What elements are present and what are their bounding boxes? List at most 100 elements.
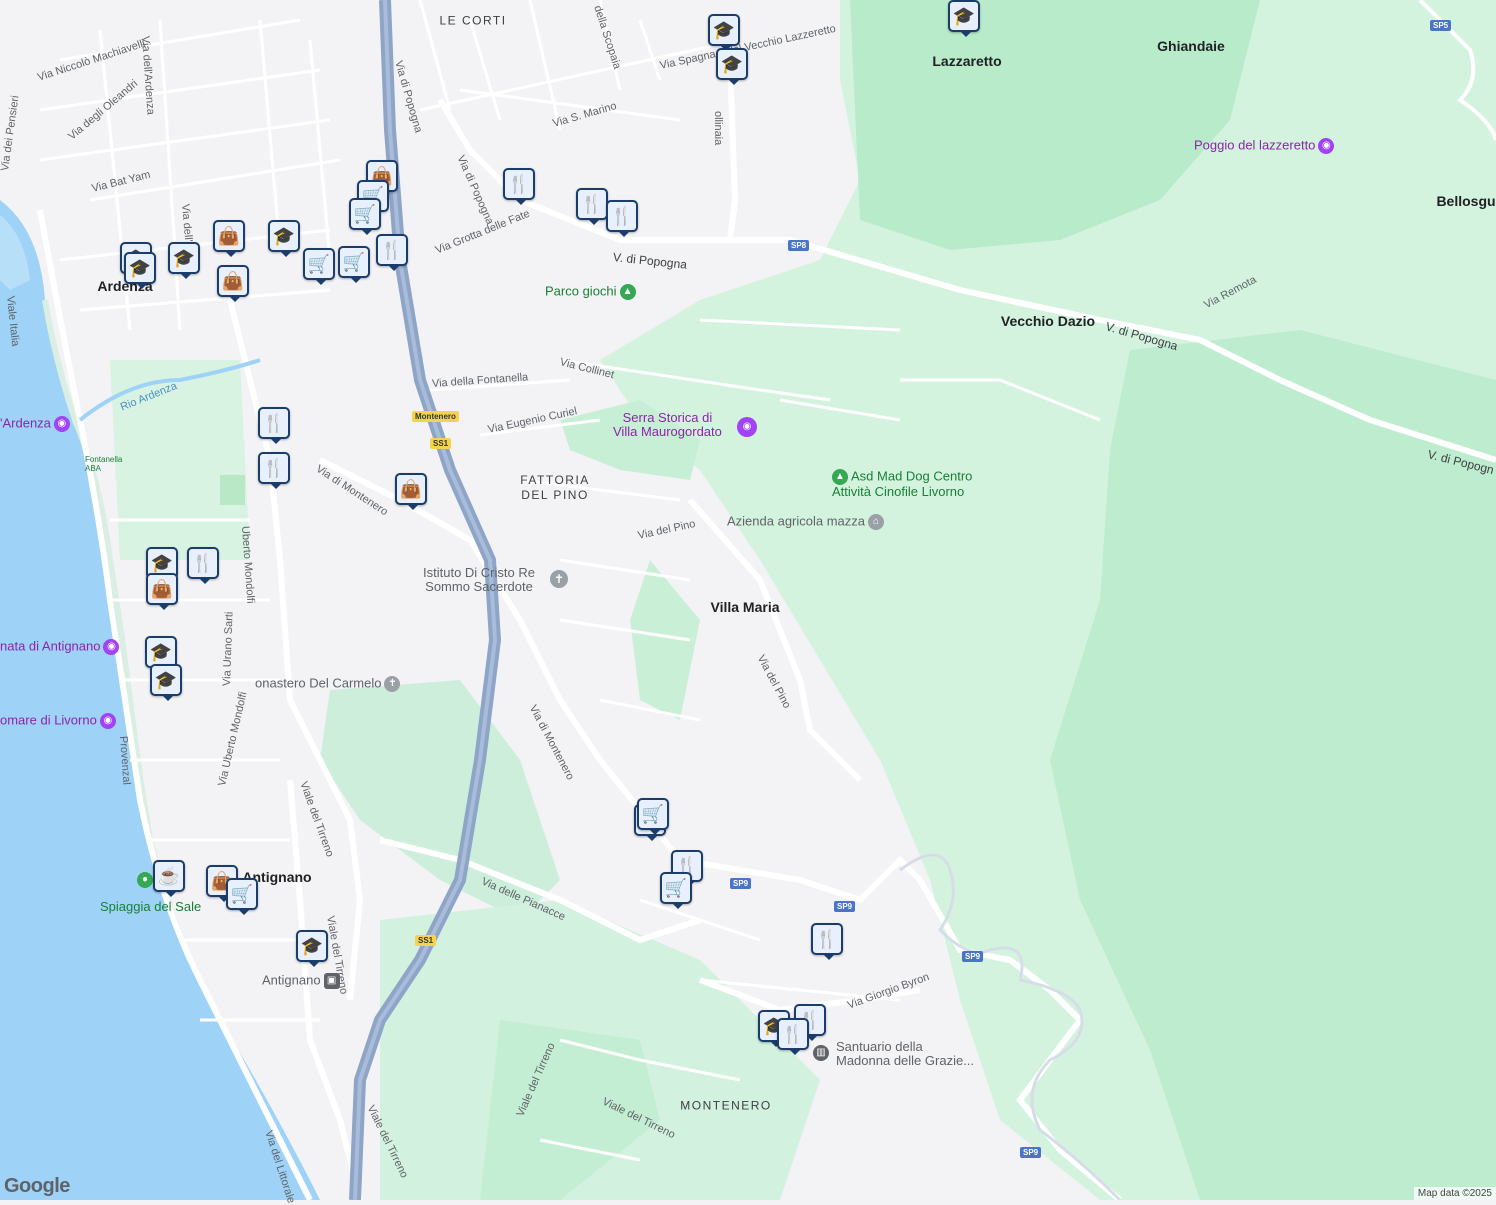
school-icon: 🎓 (272, 225, 296, 246)
building-icon: ⌂ (868, 514, 885, 530)
marker-grocery[interactable]: 🛒 (338, 246, 370, 283)
cart-icon: 🛒 (353, 203, 377, 224)
marker-restaurant[interactable]: 🍴 (576, 188, 608, 225)
school-icon: 🎓 (952, 5, 976, 26)
poi-asd-mad-dog[interactable]: ▲ Asd Mad Dog Centro Attività Cinofile Li… (832, 469, 972, 499)
district-fattoria-del-pino: FATTORIA DEL PINO (520, 473, 590, 502)
marker-grocery[interactable]: 🛒 (303, 248, 335, 285)
camera-icon: ◉ (53, 416, 70, 432)
district-montenero: MONTENERO (680, 1098, 772, 1113)
poi-lungomare-livorno[interactable]: omare di Livorno ◉ (0, 713, 116, 729)
route-shield-sp9: SP9 (834, 901, 856, 912)
place-vecchio-dazio: Vecchio Dazio (1000, 313, 1096, 329)
restaurant-icon: 🍴 (262, 457, 286, 478)
poi-parco-giochi[interactable]: Parco giochi ▲ (545, 284, 636, 300)
route-shield-sp9: SP9 (962, 951, 984, 962)
route-shield-sp8: SP8 (788, 240, 810, 251)
route-shield-sp9: SP9 (730, 878, 752, 889)
restaurant-icon: 🍴 (781, 1023, 805, 1044)
school-icon: 🎓 (154, 669, 178, 690)
cart-icon: 🛒 (342, 251, 366, 272)
restaurant-icon: 🍴 (815, 928, 839, 949)
church-icon: ✝ (550, 570, 568, 588)
poi-azienda-agricola[interactable]: Azienda agricola mazza ⌂ (727, 514, 885, 530)
marker-restaurant[interactable]: 🍴 (258, 407, 290, 444)
restaurant-icon: 🍴 (191, 552, 215, 573)
camera-icon: ◉ (737, 417, 757, 437)
poi-serra-storica[interactable]: Serra Storica di Villa Maurogordato (613, 411, 722, 439)
school-icon: 🎓 (128, 257, 152, 278)
map-attribution[interactable]: Map data ©2025 (1413, 1187, 1496, 1200)
church-icon: ✝ (384, 676, 401, 692)
marker-shopping[interactable]: 👜 (395, 473, 427, 510)
route-shield-sp9: SP9 (1020, 1147, 1042, 1158)
poi-fontanella-aba: Fontanella ABA (85, 455, 123, 473)
marker-school[interactable]: 🎓 (150, 664, 182, 701)
school-icon: 🎓 (149, 641, 173, 662)
route-shield-ss1: SS1 (430, 438, 452, 449)
cart-icon: 🛒 (307, 253, 331, 274)
marker-restaurant[interactable]: 🍴 (811, 923, 843, 960)
marker-restaurant[interactable]: 🍴 (606, 200, 638, 237)
marker-shopping[interactable]: 👜 (217, 265, 249, 302)
camera-icon: ◉ (1318, 138, 1335, 154)
poi-santuario[interactable]: Santuario della Madonna delle Grazie... (836, 1040, 974, 1068)
sea (0, 200, 320, 1200)
school-icon: 🎓 (300, 935, 324, 956)
poi-ardenza[interactable]: 'Ardenza ◉ (0, 416, 70, 432)
poi-passeggiata-antignano[interactable]: nata di Antignano ◉ (0, 639, 120, 655)
marker-cafe[interactable]: ☕ (153, 860, 185, 897)
poi-monastero-del-carmelo[interactable]: onastero Del Carmelo ✝ (255, 676, 401, 692)
school-icon: 🎓 (150, 552, 174, 573)
cafe-icon: ☕ (157, 865, 181, 886)
marker-restaurant[interactable]: 🍴 (777, 1018, 809, 1055)
shopping-bag-icon: 👜 (221, 270, 245, 291)
place-bellosgu: Bellosgu (1436, 193, 1496, 209)
route-shield-ss1: SS1 (415, 935, 437, 946)
restaurant-icon: 🍴 (507, 173, 531, 194)
shopping-bag-icon: 👜 (150, 578, 174, 599)
marker-grocery[interactable]: 🛒 (349, 198, 381, 235)
tree-icon: ▲ (832, 469, 848, 485)
marker-grocery[interactable]: 🛒 (637, 798, 669, 835)
cart-icon: 🛒 (230, 883, 254, 904)
camera-icon: ◉ (99, 713, 116, 729)
restaurant-icon: 🍴 (380, 239, 404, 260)
poi-poggio-lazzeretto[interactable]: Poggio del lazzeretto ◉ (1194, 138, 1335, 154)
marker-restaurant[interactable]: 🍴 (376, 234, 408, 271)
marker-grocery[interactable]: 🛒 (660, 872, 692, 909)
school-icon: 🎓 (712, 19, 736, 40)
marker-school[interactable]: 🎓 (124, 252, 156, 289)
restaurant-icon: 🍴 (262, 412, 286, 433)
place-villa-maria: Villa Maria (710, 599, 780, 615)
marker-school[interactable]: 🎓 (296, 930, 328, 967)
place-lazzaretto: Lazzaretto (932, 53, 1002, 69)
marker-school[interactable]: 🎓 (948, 0, 980, 37)
marker-restaurant[interactable]: 🍴 (258, 452, 290, 489)
marker-school[interactable]: 🎓 (708, 14, 740, 51)
museum-icon: ▥ (813, 1045, 829, 1061)
restaurant-icon: 🍴 (610, 205, 634, 226)
marker-shopping[interactable]: 👜 (146, 573, 178, 610)
marker-school[interactable]: 🎓 (716, 48, 748, 85)
route-shield-sp5: SP5 (1430, 20, 1452, 31)
marker-school[interactable]: 🎓 (168, 242, 200, 279)
camera-icon: ◉ (103, 639, 120, 655)
marker-shopping[interactable]: 👜 (213, 220, 245, 257)
poi-istituto-cristo-re[interactable]: Istituto Di Cristo Re Sommo Sacerdote (423, 566, 535, 594)
google-logo: Google (4, 1175, 70, 1197)
cart-icon: 🛒 (641, 803, 665, 824)
marker-restaurant[interactable]: 🍴 (187, 547, 219, 584)
marker-grocery[interactable]: 🛒 (226, 878, 258, 915)
shopping-bag-icon: 👜 (217, 225, 241, 246)
school-icon: 🎓 (172, 247, 196, 268)
shopping-bag-icon: 👜 (399, 478, 423, 499)
cart-icon: 🛒 (664, 877, 688, 898)
poi-antignano-station[interactable]: Antignano ▣ (262, 973, 340, 989)
place-ghiandaie: Ghiandaie (1157, 38, 1225, 54)
poi-spiaggia-del-sale[interactable]: Spiaggia del Sale (100, 900, 201, 914)
marker-school[interactable]: 🎓 (268, 220, 300, 257)
street-label: ollinaia (712, 111, 724, 146)
marker-restaurant[interactable]: 🍴 (503, 168, 535, 205)
district-le-corti: LE CORTI (439, 13, 507, 28)
